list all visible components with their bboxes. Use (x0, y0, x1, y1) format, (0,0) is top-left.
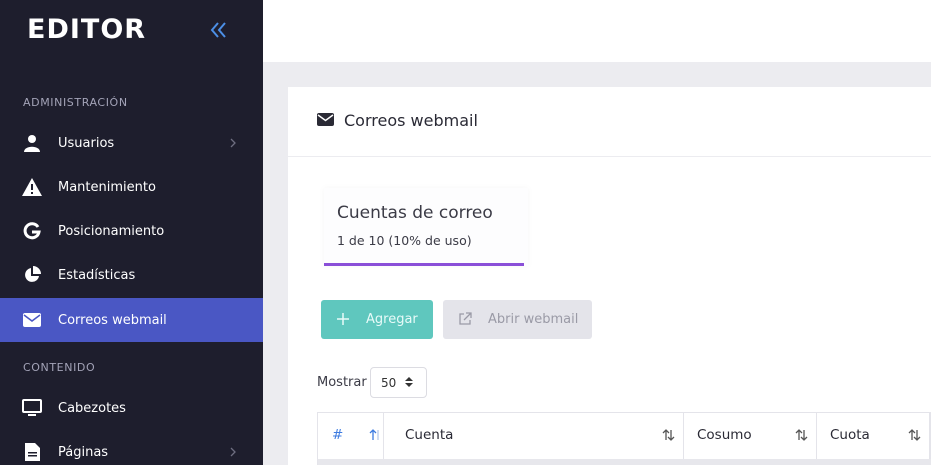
content-card: Correos webmail Cuentas de correo 1 de 1… (288, 87, 931, 465)
open-webmail-button-label: Abrir webmail (488, 312, 579, 327)
add-button-label: Agregar (366, 312, 418, 327)
monitor-icon (22, 398, 42, 418)
select-arrows-icon (405, 377, 413, 387)
section-title-contenido: CONTENIDO (23, 361, 96, 374)
column-header-number[interactable]: # (318, 413, 384, 459)
column-header-label: # (332, 427, 344, 443)
user-icon (22, 133, 42, 153)
sort-icon (908, 429, 921, 441)
entries-per-page-select[interactable]: 50 (370, 367, 427, 398)
sort-icon (662, 429, 675, 441)
sidebar: EDITOR ADMINISTRACIÓN Usuarios Mantenimi… (0, 0, 263, 465)
page-title: Correos webmail (344, 111, 478, 130)
stat-card-cuentas: Cuentas de correo 1 de 10 (10% de uso) (324, 188, 528, 266)
stat-title: Cuentas de correo (337, 203, 493, 223)
sidebar-item-label: Usuarios (58, 135, 115, 151)
entries-per-page-value: 50 (381, 376, 397, 390)
open-webmail-button[interactable]: Abrir webmail (443, 300, 592, 339)
sidebar-item-posicionamiento[interactable]: Posicionamiento (0, 209, 263, 253)
sidebar-item-label: Páginas (58, 444, 109, 460)
stat-accent-bar (324, 263, 524, 266)
external-link-icon (459, 312, 472, 325)
column-header-label: Cuenta (405, 427, 454, 443)
section-title-administracion: ADMINISTRACIÓN (23, 96, 128, 109)
sidebar-item-correos-webmail[interactable]: Correos webmail (0, 298, 263, 342)
chevron-right-icon (230, 138, 236, 148)
sort-asc-icon (369, 429, 379, 440)
app-logo[interactable]: EDITOR (27, 14, 146, 45)
envelope-icon (317, 113, 334, 126)
card-header: Correos webmail (288, 87, 931, 157)
column-header-label: Cosumo (697, 427, 752, 443)
brand: EDITOR (0, 0, 263, 62)
column-header-cuenta[interactable]: Cuenta (384, 413, 684, 459)
column-header-label: Cuota (830, 427, 870, 443)
sidebar-item-label: Mantenimiento (58, 179, 156, 195)
table-row (318, 459, 931, 465)
file-icon (22, 442, 42, 462)
sidebar-item-paginas[interactable]: Páginas (0, 430, 263, 465)
warning-icon (22, 177, 42, 197)
stat-subtitle: 1 de 10 (10% de uso) (337, 233, 472, 248)
top-bar (263, 0, 931, 62)
column-header-cuota[interactable]: Cuota (817, 413, 930, 459)
sort-icon (795, 429, 808, 441)
column-header-cosumo[interactable]: Cosumo (684, 413, 817, 459)
sidebar-item-label: Correos webmail (58, 312, 167, 328)
google-icon (22, 221, 42, 241)
show-entries-label: Mostrar (317, 375, 367, 390)
sidebar-item-mantenimiento[interactable]: Mantenimiento (0, 165, 263, 209)
sidebar-item-label: Posicionamiento (58, 223, 165, 239)
chevron-right-icon (230, 447, 236, 457)
plus-icon (337, 313, 349, 325)
sidebar-item-usuarios[interactable]: Usuarios (0, 121, 263, 165)
envelope-icon (22, 310, 42, 330)
collapse-sidebar-icon[interactable] (208, 18, 230, 42)
sidebar-item-cabezotes[interactable]: Cabezotes (0, 386, 263, 430)
add-button[interactable]: Agregar (321, 300, 433, 339)
pie-chart-icon (22, 265, 42, 285)
accounts-table: # Cuenta Cosumo Cuota (317, 412, 931, 465)
sidebar-item-estadisticas[interactable]: Estadísticas (0, 253, 263, 297)
sidebar-item-label: Estadísticas (58, 267, 136, 283)
sidebar-item-label: Cabezotes (58, 400, 126, 416)
